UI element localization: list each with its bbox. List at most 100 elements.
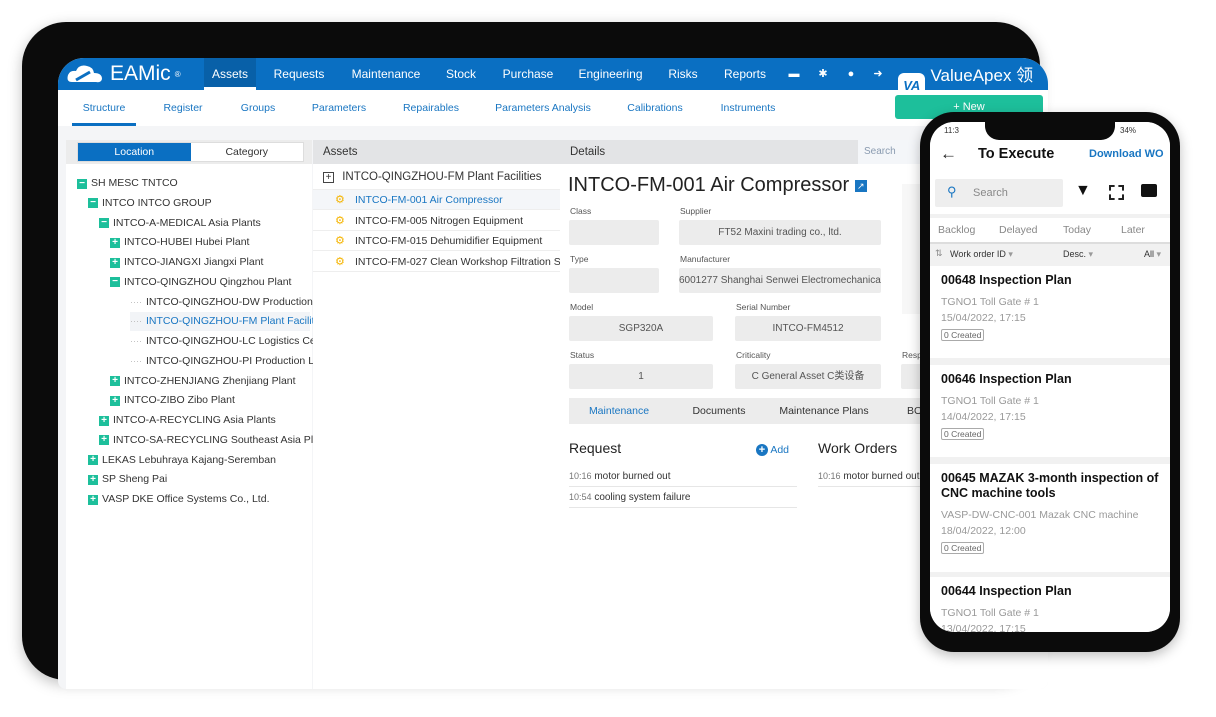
tree-item[interactable]: − INTCO-A-MEDICAL Asia Plants	[99, 214, 261, 233]
asset-row[interactable]: ⚙ INTCO-FM-015 Dehumidifier Equipment	[313, 231, 560, 251]
supplier-label: Supplier	[680, 206, 712, 216]
assets-panel: Assets + INTCO-QINGZHOU-FM Plant Facilit…	[313, 140, 560, 689]
tree-connector: ····	[130, 355, 142, 366]
tree-item[interactable]: + SP Sheng Pai	[88, 470, 167, 489]
collapse-icon[interactable]: −	[77, 178, 87, 189]
subnav-instruments[interactable]: Instruments	[715, 90, 781, 126]
nav-maintenance[interactable]: Maintenance	[346, 58, 426, 90]
download-wo-button[interactable]: Download WO	[1089, 148, 1164, 160]
details-title: Details	[570, 146, 606, 158]
type-field[interactable]	[569, 268, 659, 293]
collapse-icon[interactable]: −	[99, 218, 109, 228]
external-link-icon[interactable]: ↗	[854, 179, 867, 192]
expand-icon[interactable]: +	[99, 435, 109, 446]
expand-icon[interactable]: +	[110, 237, 120, 248]
model-field[interactable]: SGP320A	[569, 316, 713, 341]
manufacturer-field[interactable]: 6001277 Shanghai Senwei Electromechanica…	[679, 268, 881, 293]
status-field[interactable]: 1	[569, 364, 713, 389]
work-order-card[interactable]: 00645 MAZAK 3-month inspection of CNC ma…	[930, 464, 1170, 572]
status-badge: 0 Created	[941, 428, 985, 440]
toggle-category[interactable]: Category	[191, 143, 304, 161]
subnav-register[interactable]: Register	[156, 90, 210, 126]
filter-icon[interactable]: ▼	[1075, 182, 1091, 200]
nav-risks[interactable]: Risks	[663, 58, 703, 90]
expand-icon[interactable]: +	[88, 474, 98, 485]
expand-icon[interactable]: +	[88, 455, 98, 465]
subnav-groups[interactable]: Groups	[233, 90, 283, 126]
asset-row[interactable]: ⚙ INTCO-FM-027 Clean Workshop Filtration …	[313, 252, 560, 272]
criticality-field[interactable]: C General Asset C类设备	[735, 364, 881, 389]
subnav-parameters[interactable]: Parameters	[306, 90, 372, 126]
expand-icon[interactable]: +	[110, 376, 120, 386]
toggle-location[interactable]: Location	[78, 143, 191, 161]
request-item[interactable]: 10:54 cooling system failure	[569, 487, 797, 508]
asset-row[interactable]: ⚙ INTCO-FM-005 Nitrogen Equipment	[313, 211, 560, 231]
back-arrow-icon[interactable]: ←	[940, 144, 957, 164]
tab-backlog[interactable]: Backlog	[938, 224, 975, 236]
expand-icon[interactable]: +	[110, 257, 120, 268]
nav-purchase[interactable]: Purchase	[498, 58, 558, 90]
gear-icon[interactable]: ✱	[816, 67, 830, 81]
tab-delayed[interactable]: Delayed	[999, 224, 1038, 236]
request-item[interactable]: 10:16 motor burned out	[569, 466, 797, 487]
tab-today[interactable]: Today	[1063, 224, 1091, 236]
expand-icon[interactable]: +	[99, 415, 109, 426]
tree-item-label: INTCO-JIANGXI Jiangxi Plant	[124, 256, 264, 268]
expand-icon[interactable]: +	[88, 494, 98, 505]
work-order-card[interactable]: 00644 Inspection Plan TGNO1 Toll Gate # 1…	[930, 577, 1170, 632]
phone-search-input[interactable]: ⚲ Search	[935, 179, 1063, 207]
tree-item[interactable]: + INTCO-ZHENJIANG Zhenjiang Plant	[110, 372, 296, 391]
subnav-repairables[interactable]: Repairables	[398, 90, 464, 126]
scan-icon[interactable]	[1109, 185, 1124, 200]
tree-item[interactable]: + LEKAS Lebuhraya Kajang-Seremban	[88, 451, 276, 470]
serial-field[interactable]: INTCO-FM4512	[735, 316, 881, 341]
tree-item[interactable]: + VASP DKE Office Systems Co., Ltd.	[88, 490, 269, 509]
tree-item[interactable]: − INTCO-QINGZHOU Qingzhou Plant	[110, 273, 291, 292]
collapse-icon[interactable]: −	[88, 198, 98, 209]
nav-assets[interactable]: Assets	[204, 58, 256, 90]
supplier-field[interactable]: FT52 Maxini trading co., ltd.	[679, 220, 881, 245]
nav-stock[interactable]: Stock	[440, 58, 482, 90]
tree-item-label: INTCO-QINGZHOU-FM Plant Facilities	[146, 315, 329, 328]
collapse-icon[interactable]: −	[110, 277, 120, 288]
tab-documents[interactable]: Documents	[679, 398, 759, 424]
tree-item[interactable]: + INTCO-HUBEI Hubei Plant	[110, 233, 249, 252]
tree-item[interactable]: + INTCO-JIANGXI Jiangxi Plant	[110, 253, 263, 272]
sort-order-dropdown[interactable]: Desc. ▾	[1063, 249, 1093, 260]
chat-icon[interactable]: ▬	[787, 67, 801, 81]
tree-item[interactable]: + INTCO-A-RECYCLING Asia Plants	[99, 411, 276, 430]
nav-requests[interactable]: Requests	[268, 58, 330, 90]
subnav-parameters-analysis[interactable]: Parameters Analysis	[490, 90, 596, 126]
tree-item[interactable]: − SH MESC TNTCO	[77, 174, 178, 193]
tab-maintenance-plans[interactable]: Maintenance Plans	[769, 398, 879, 424]
filter-dropdown[interactable]: All ▾	[1144, 249, 1161, 260]
tablet-frame: EAMic ® Assets Requests Maintenance Stock…	[22, 22, 1048, 689]
class-field[interactable]	[569, 220, 659, 245]
card-title: 00646 Inspection Plan	[941, 372, 1072, 386]
tree-item[interactable]: ···· INTCO-QINGZHOU-FM Plant Facilities	[130, 312, 328, 332]
asset-gears-icon: ⚙	[335, 194, 345, 206]
nav-engineering[interactable]: Engineering	[573, 58, 648, 90]
tab-maintenance[interactable]: Maintenance	[579, 398, 659, 424]
tree-item[interactable]: ···· INTCO-QINGZHOU-LC Logistics Center	[130, 332, 334, 351]
expand-icon[interactable]: +	[110, 395, 120, 406]
user-icon[interactable]: ●	[844, 67, 858, 81]
tree-item[interactable]: − INTCO INTCO GROUP	[88, 194, 212, 213]
message-icon[interactable]	[1141, 184, 1157, 197]
asset-group-row[interactable]: + INTCO-QINGZHOU-FM Plant Facilities 4	[313, 164, 560, 209]
tree-item[interactable]: + INTCO-SA-RECYCLING Southeast Asia Plant…	[99, 431, 333, 450]
tree-item[interactable]: + INTCO-ZIBO Zibo Plant	[110, 391, 235, 410]
sort-field-dropdown[interactable]: Work order ID ▾	[950, 249, 1013, 260]
tree-item[interactable]: ···· INTCO-QINGZHOU-PI Production Line	[130, 352, 328, 371]
tab-later[interactable]: Later	[1121, 224, 1145, 236]
expand-icon[interactable]: +	[323, 172, 334, 183]
work-order-card[interactable]: 00648 Inspection Plan TGNO1 Toll Gate # 1…	[930, 266, 1170, 358]
nav-reports[interactable]: Reports	[720, 58, 770, 90]
asset-row[interactable]: ⚙ INTCO-FM-001 Air Compressor	[313, 190, 560, 210]
logout-icon[interactable]: ➜	[871, 67, 885, 81]
subnav-structure[interactable]: Structure	[72, 90, 136, 126]
subnav-calibrations[interactable]: Calibrations	[620, 90, 690, 126]
work-order-card[interactable]: 00646 Inspection Plan TGNO1 Toll Gate # 1…	[930, 365, 1170, 457]
eamic-logo[interactable]: EAMic ®	[66, 60, 181, 88]
add-request-button[interactable]: + Add	[756, 444, 789, 456]
